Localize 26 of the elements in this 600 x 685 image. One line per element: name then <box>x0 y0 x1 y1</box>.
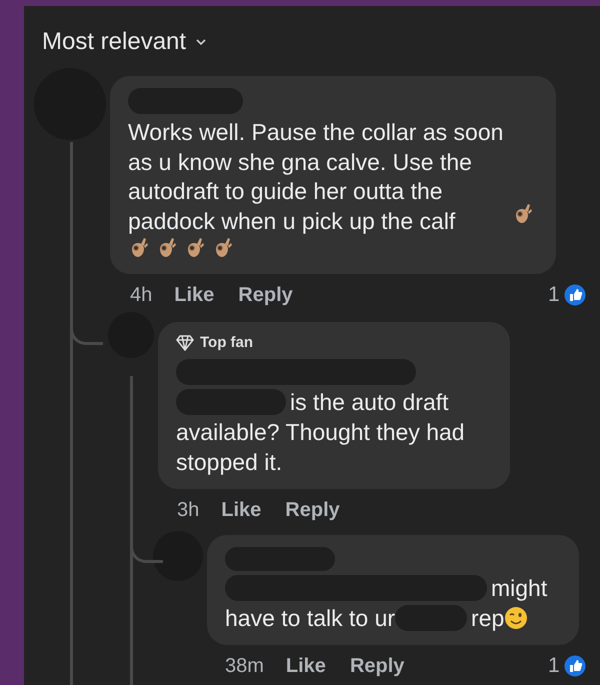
like-icon <box>562 283 587 307</box>
top-fan-label: Top fan <box>200 334 254 351</box>
comment-text: have to talk to ur <box>225 604 396 632</box>
comment-text: is the auto draft <box>290 388 449 416</box>
comment-text: Works well. Pause the collar as soon as u know she gna calve. Use the autodraft to guide her outta the paddock when u pick up the calf <box>128 118 504 236</box>
like-icon <box>562 654 587 678</box>
like-link[interactable]: Like <box>286 654 326 678</box>
reply-link[interactable]: Reply <box>285 498 340 522</box>
sort-dropdown[interactable]: Most relevant <box>42 28 206 56</box>
like-link[interactable]: Like <box>174 284 214 306</box>
diamond-icon <box>176 334 194 350</box>
reaction-count: 1 <box>548 283 560 307</box>
comment-text: stopped it. <box>176 448 282 476</box>
comment-time: 3h <box>177 498 200 522</box>
like-link[interactable]: Like <box>221 498 262 522</box>
avatar <box>153 531 203 581</box>
chevron-icon <box>196 38 206 46</box>
winking-face-icon <box>504 606 528 630</box>
comment-text: available? Thought they had <box>176 418 465 446</box>
comment-text: rep <box>471 604 504 632</box>
comment-text: might <box>491 574 548 602</box>
reply-link[interactable]: Reply <box>350 654 404 678</box>
comment-time: 38m <box>225 654 264 678</box>
reaction-count: 1 <box>548 654 560 678</box>
comment-time: 4h <box>130 284 152 306</box>
reply-link[interactable]: Reply <box>238 284 293 306</box>
